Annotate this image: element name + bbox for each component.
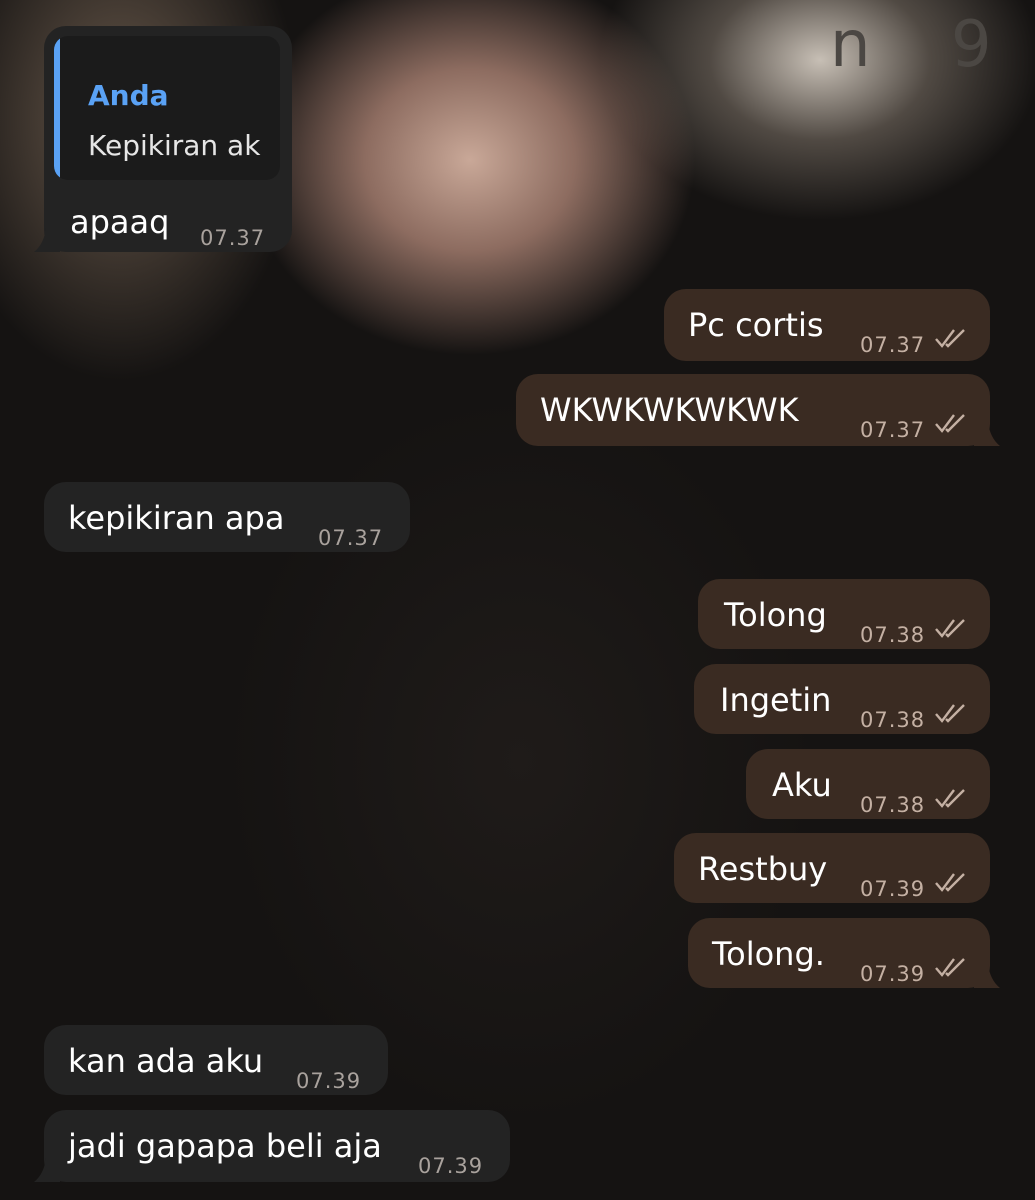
message-text: Aku	[772, 766, 832, 804]
quoted-message[interactable]: Anda Kepikiran ak	[54, 36, 280, 180]
message-time: 07.37	[318, 526, 384, 550]
message-text: Tolong.	[712, 935, 825, 973]
outgoing-message-bubble[interactable]: Restbuy 07.39	[674, 833, 990, 903]
double-check-icon	[935, 619, 965, 638]
bubble-tail	[974, 422, 1000, 446]
message-time: 07.38	[860, 793, 926, 817]
message-time: 07.37	[200, 226, 266, 250]
message-text: Pc cortis	[688, 306, 824, 344]
message-text: Ingetin	[720, 681, 832, 719]
outgoing-message-bubble[interactable]: Pc cortis 07.37	[664, 289, 990, 361]
message-text: WKWKWKWKWK	[540, 391, 799, 429]
double-check-icon	[935, 704, 965, 723]
incoming-message-bubble[interactable]: kepikiran apa 07.37	[44, 482, 410, 552]
bubble-tail	[34, 1158, 60, 1182]
double-check-icon	[935, 329, 965, 348]
message-text: jadi gapapa beli aja	[68, 1127, 382, 1165]
message-time: 07.37	[860, 333, 926, 357]
message-time: 07.39	[860, 962, 926, 986]
message-text: Restbuy	[698, 850, 828, 888]
outgoing-message-bubble[interactable]: Tolong 07.38	[698, 579, 990, 649]
double-check-icon	[935, 414, 965, 433]
incoming-message-bubble[interactable]: jadi gapapa beli aja 07.39	[34, 1110, 510, 1182]
quote-accent-bar	[54, 36, 60, 180]
message-text: kan ada aku	[68, 1042, 264, 1080]
incoming-message-bubble[interactable]: kan ada aku 07.39	[44, 1025, 388, 1095]
message-time: 07.39	[418, 1154, 484, 1178]
outgoing-message-bubble[interactable]: WKWKWKWKWK 07.37	[516, 374, 1000, 446]
message-text: kepikiran apa	[68, 499, 285, 537]
reply-message-bubble[interactable]: Anda Kepikiran ak apaaq 07.37	[34, 26, 292, 252]
message-time: 07.39	[296, 1069, 362, 1093]
message-text: apaaq	[70, 203, 170, 241]
double-check-icon	[935, 873, 965, 892]
message-time: 07.39	[860, 877, 926, 901]
outgoing-message-bubble[interactable]: Tolong. 07.39	[688, 918, 1000, 988]
quote-sender-name: Anda	[88, 79, 169, 112]
bubble-tail	[974, 964, 1000, 988]
quote-text: Kepikiran ak	[88, 129, 261, 162]
outgoing-message-bubble[interactable]: Ingetin 07.38	[694, 664, 990, 734]
message-time: 07.38	[860, 708, 926, 732]
wallpaper-glyph: n 9	[830, 8, 1022, 82]
bubble-tail	[34, 228, 60, 252]
message-text: Tolong	[724, 596, 827, 634]
double-check-icon	[935, 789, 965, 808]
double-check-icon	[935, 958, 965, 977]
message-time: 07.38	[860, 623, 926, 647]
message-time: 07.37	[860, 418, 926, 442]
outgoing-message-bubble[interactable]: Aku 07.38	[746, 749, 990, 819]
